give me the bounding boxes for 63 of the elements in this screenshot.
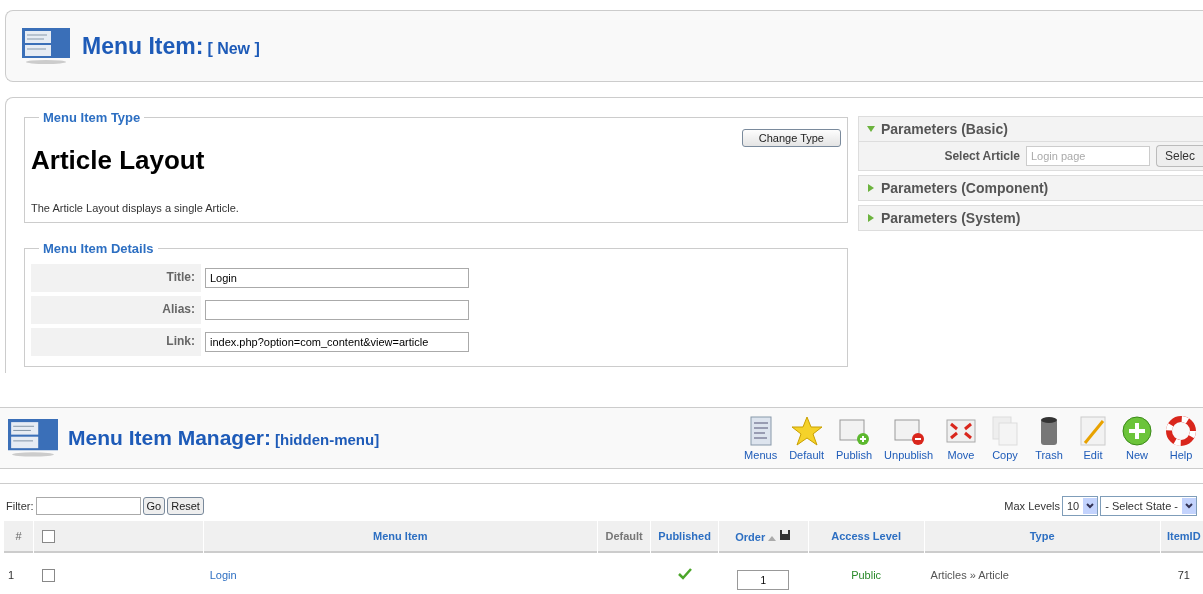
select-button[interactable]: Selec (1155, 145, 1203, 167)
pencil-icon (1077, 415, 1109, 447)
state-select[interactable]: - Select State - (1100, 496, 1197, 516)
section-legend: Menu Item Details (39, 241, 158, 256)
toolbar-button[interactable]: Menus (738, 415, 784, 461)
toolbar-button[interactable]: Help (1159, 415, 1203, 461)
select-all-checkbox[interactable] (42, 529, 56, 543)
toolbar-button[interactable]: Move (939, 415, 983, 461)
menu-item-link[interactable]: Login (209, 569, 237, 581)
section-legend: Menu Item Type (39, 110, 145, 125)
filter-label: Filter: (6, 500, 34, 512)
text-field[interactable]: index.php?option=com_content&view=article (205, 332, 469, 352)
caret-icon (1182, 498, 1196, 514)
triangle-down-icon (867, 125, 875, 133)
access-level-link[interactable]: Public (851, 569, 882, 581)
column-header[interactable]: Menu Item (373, 530, 428, 542)
checkmark-icon[interactable] (677, 568, 692, 580)
sort-arrow-icon (768, 536, 777, 541)
filter-field[interactable] (35, 497, 141, 515)
toolbar-button[interactable]: Unpublish (878, 415, 939, 461)
toolbar-button[interactable]: Copy (983, 415, 1027, 461)
page-title: Menu Item Manager: [hidden-menu] (68, 426, 380, 450)
parameters-header[interactable]: Parameters (System) (858, 205, 1203, 231)
toolbar-button[interactable]: New (1115, 415, 1159, 461)
column-header: # (15, 530, 22, 542)
caret-icon (1083, 498, 1098, 514)
layout-heading: Article Layout (31, 145, 205, 176)
field-label: Link: (31, 328, 201, 356)
row-number: 1 (8, 569, 15, 581)
star-icon (790, 415, 823, 447)
toolbar-button[interactable]: Publish (830, 415, 879, 461)
column-header[interactable]: Type (1029, 530, 1055, 542)
menu-item-icon (22, 28, 70, 64)
save-icon[interactable] (779, 529, 792, 541)
layout-description: The Article Layout displays a single Article. (31, 202, 240, 214)
parameters-header[interactable]: Parameters (Basic) (858, 116, 1203, 142)
order-field[interactable]: 1 (737, 570, 790, 590)
filter-button[interactable]: Go (142, 497, 166, 515)
column-header[interactable]: Order (735, 531, 766, 543)
column-header: Default (605, 530, 643, 542)
type-cell: Articles » Article (930, 569, 1009, 581)
toolbar-button[interactable]: Trash (1027, 415, 1071, 461)
text-field[interactable]: Login (205, 268, 469, 288)
toolbar-button[interactable]: Default (783, 415, 830, 461)
parameters-header[interactable]: Parameters (Component) (858, 175, 1203, 201)
item-id-cell: 71 (1177, 569, 1190, 581)
lifebuoy-icon (1165, 415, 1197, 447)
triangle-right-icon (867, 214, 875, 222)
row-checkbox[interactable] (42, 568, 56, 582)
plus-circle-icon (1121, 415, 1153, 447)
toolbar-button[interactable]: Edit (1071, 415, 1115, 461)
menu-manager-icon (8, 419, 58, 457)
pages-icon (989, 415, 1021, 447)
max-levels-label: Max Levels (1004, 500, 1060, 512)
text-field[interactable] (205, 300, 469, 320)
page-title: Menu Item: [ New ] (82, 32, 260, 60)
change-type-button[interactable]: Change Type (741, 129, 841, 147)
field-label: Title: (31, 264, 201, 292)
filter-button[interactable]: Reset (167, 497, 204, 515)
field-label: Alias: (31, 296, 201, 324)
field-label: Select Article (944, 149, 1020, 163)
max-levels-select[interactable]: 10 (1062, 496, 1099, 516)
triangle-right-icon (867, 184, 875, 192)
